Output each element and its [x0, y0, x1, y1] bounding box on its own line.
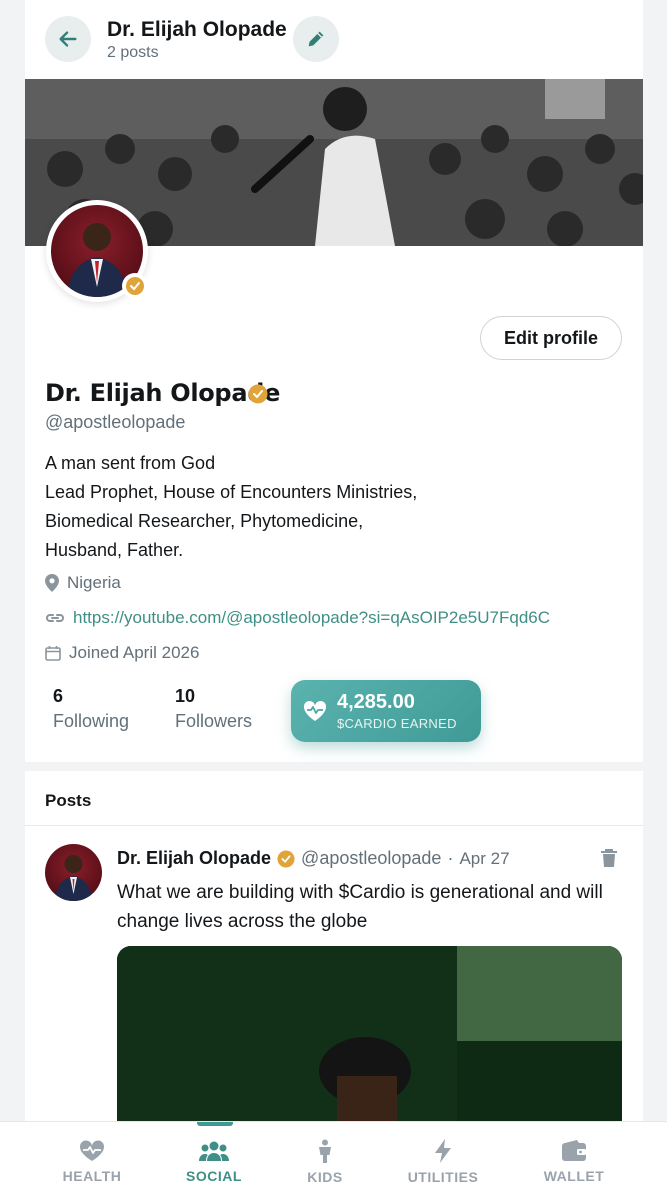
bottom-nav: HEALTH SOCIAL KIDS UTILITIES WALLET: [0, 1121, 667, 1200]
profile-name: Dr. Elijah Olopade: [45, 379, 281, 407]
nav-kids[interactable]: KIDS: [285, 1122, 365, 1200]
arrow-left-icon: [59, 31, 77, 47]
back-button[interactable]: [45, 16, 91, 62]
location-row: Nigeria: [45, 573, 121, 593]
profile-link[interactable]: https://youtube.com/@apostleolopade?si=q…: [73, 608, 550, 628]
child-icon: [319, 1139, 331, 1163]
cardio-earned-badge[interactable]: 4,285.00 $CARDIO EARNED: [291, 680, 481, 742]
top-header: Dr. Elijah Olopade 2 posts: [25, 0, 643, 79]
joined-row: Joined April 2026: [45, 643, 199, 663]
nav-health[interactable]: HEALTH: [52, 1122, 132, 1200]
bio-line: Husband, Father.: [45, 540, 184, 560]
divider: [25, 825, 643, 826]
calendar-icon: [45, 646, 61, 661]
nav-label: WALLET: [543, 1167, 605, 1184]
followers-label: Followers: [175, 711, 253, 731]
heart-pulse-icon: [303, 700, 327, 721]
edit-button[interactable]: [293, 16, 339, 62]
posts-card: Posts Dr. Elijah Olopade @apostleolopade…: [25, 771, 643, 1131]
followers-count: 10: [175, 686, 196, 706]
heart-pulse-icon: [79, 1139, 105, 1161]
verified-icon: [126, 277, 144, 295]
post-header: Dr. Elijah Olopade @apostleolopade · Apr…: [117, 848, 510, 869]
nav-label: SOCIAL: [186, 1167, 242, 1184]
delete-post-button[interactable]: [600, 848, 618, 873]
earned-label: $CARDIO EARNED: [337, 716, 457, 731]
nav-label: UTILITIES: [407, 1168, 479, 1185]
earned-amount: 4,285.00: [337, 691, 415, 713]
joined-text: Joined April 2026: [69, 643, 200, 662]
post-text: What we are building with $Cardio is gen…: [117, 882, 603, 932]
following-stat[interactable]: 6 Following: [53, 686, 129, 732]
link-row: https://youtube.com/@apostleolopade?si=q…: [45, 608, 550, 628]
profile-handle: @apostleolopade: [45, 412, 186, 432]
post-date: Apr 27: [459, 848, 510, 868]
post-separator: ·: [447, 848, 454, 868]
header-title: Dr. Elijah Olopade: [107, 18, 287, 41]
header-post-count: 2 posts: [107, 44, 159, 61]
post-handle: @apostleolopade: [301, 848, 442, 868]
following-label: Following: [53, 711, 130, 731]
post-image[interactable]: [117, 946, 622, 1131]
location-pin-icon: [45, 574, 59, 592]
verified-icon: [277, 849, 295, 868]
location-text: Nigeria: [67, 573, 121, 592]
nav-social[interactable]: SOCIAL: [174, 1122, 254, 1200]
nav-wallet[interactable]: WALLET: [534, 1122, 614, 1200]
nav-utilities[interactable]: UTILITIES: [393, 1122, 493, 1200]
wallet-icon: [562, 1139, 586, 1161]
post-avatar[interactable]: [45, 844, 102, 901]
followers-stat[interactable]: 10 Followers: [175, 686, 252, 732]
post-author[interactable]: Dr. Elijah Olopade: [117, 848, 271, 869]
profile-bio: A man sent from God Lead Prophet, House …: [45, 449, 417, 565]
people-icon: [199, 1141, 229, 1161]
nav-label: HEALTH: [62, 1167, 122, 1184]
edit-profile-button[interactable]: Edit profile: [480, 316, 622, 360]
nav-label: KIDS: [307, 1168, 343, 1185]
bio-line: Biomedical Researcher, Phytomedicine,: [45, 511, 364, 531]
trash-icon: [601, 849, 617, 867]
bio-line: Lead Prophet, House of Encounters Minist…: [45, 482, 418, 502]
verified-icon: [248, 384, 268, 409]
following-count: 6: [53, 686, 64, 706]
bolt-icon: [435, 1138, 451, 1163]
bio-line: A man sent from God: [45, 453, 216, 473]
avatar-verified-badge: [122, 273, 148, 299]
profile-card: Edit profile Dr. Elijah Olopade @apostle…: [25, 79, 643, 762]
pencil-icon: [308, 31, 324, 47]
posts-title: Posts: [45, 791, 92, 810]
link-icon: [46, 614, 64, 622]
